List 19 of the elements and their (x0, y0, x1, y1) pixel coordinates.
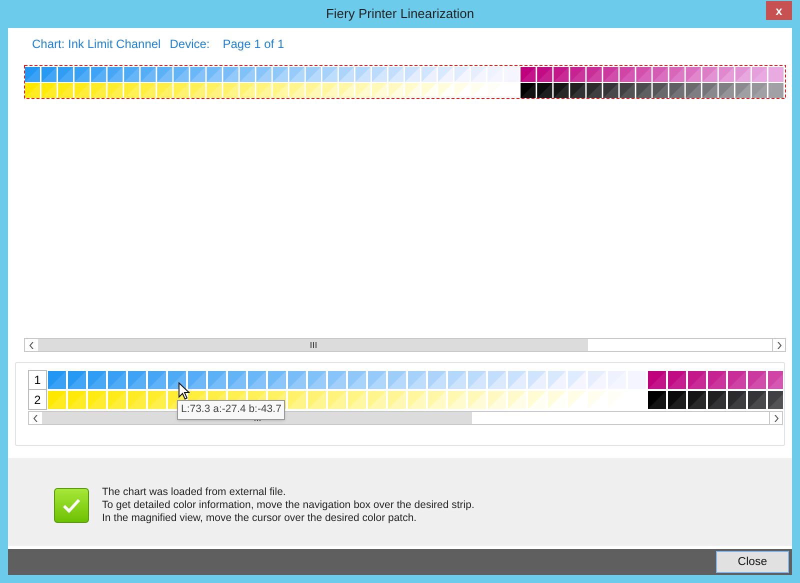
page-label: Page 1 of 1 (222, 36, 284, 54)
magnified-strip-drawing[interactable] (47, 370, 783, 410)
message-text: To get detailed color information, move the navigation box over the desired strip. (102, 498, 474, 512)
color-strip-drawing[interactable] (24, 65, 786, 100)
close-button[interactable]: x (766, 1, 792, 20)
row-number: 1 (28, 370, 47, 390)
window-title: Fiery Printer Linearization (326, 5, 474, 24)
checkmark-icon (54, 488, 89, 523)
horizontal-scrollbar[interactable] (24, 338, 786, 352)
scrollbar-thumb[interactable] (38, 339, 588, 352)
device-label: Device: (170, 36, 210, 54)
message-text: In the magnified view, move the cursor over the desired color patch. (102, 512, 418, 525)
tooltip: L:73.3 a:-27.4 b:-43.7 (177, 400, 286, 420)
grip-icon (310, 342, 316, 348)
chart-label: Chart: Ink Limit Channel (32, 36, 161, 54)
close-button[interactable]: Close (716, 551, 789, 574)
cursor-icon (178, 382, 190, 400)
message-text: The chart was loaded from external file. (102, 486, 287, 499)
row-number: 2 (28, 390, 47, 410)
